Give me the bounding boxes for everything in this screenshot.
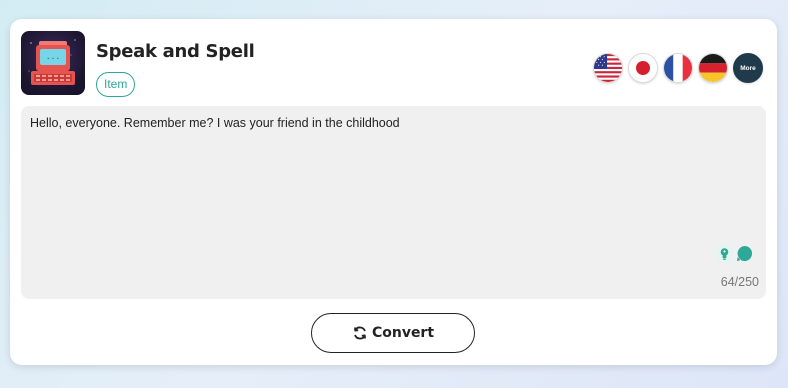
- editor-tools: [716, 245, 753, 262]
- convert-button[interactable]: Convert: [311, 313, 475, 353]
- lightbulb-icon[interactable]: [716, 245, 733, 262]
- more-languages-button[interactable]: More: [733, 53, 763, 83]
- chat-bubble-icon[interactable]: [736, 245, 753, 262]
- fr-flag-icon[interactable]: [663, 53, 693, 83]
- svg-text:• • •: • • •: [47, 56, 59, 61]
- convert-label: Convert: [371, 325, 435, 341]
- text-input[interactable]: Hello, everyone. Remember me? I was your…: [30, 115, 750, 235]
- item-title: Speak and Spell: [96, 41, 255, 62]
- voice-card: • • • Speak and Spell Item More Hello, e…: [10, 19, 777, 365]
- item-avatar: • • •: [21, 31, 85, 95]
- character-counter: 64/250: [720, 275, 759, 289]
- item-tag-badge[interactable]: Item: [96, 72, 136, 97]
- de-flag-icon[interactable]: [698, 53, 728, 83]
- refresh-icon: [354, 326, 366, 340]
- text-editor: Hello, everyone. Remember me? I was your…: [21, 106, 766, 299]
- jp-flag-icon[interactable]: [628, 53, 658, 83]
- us-flag-icon[interactable]: [593, 53, 623, 83]
- language-selector: More: [593, 53, 763, 83]
